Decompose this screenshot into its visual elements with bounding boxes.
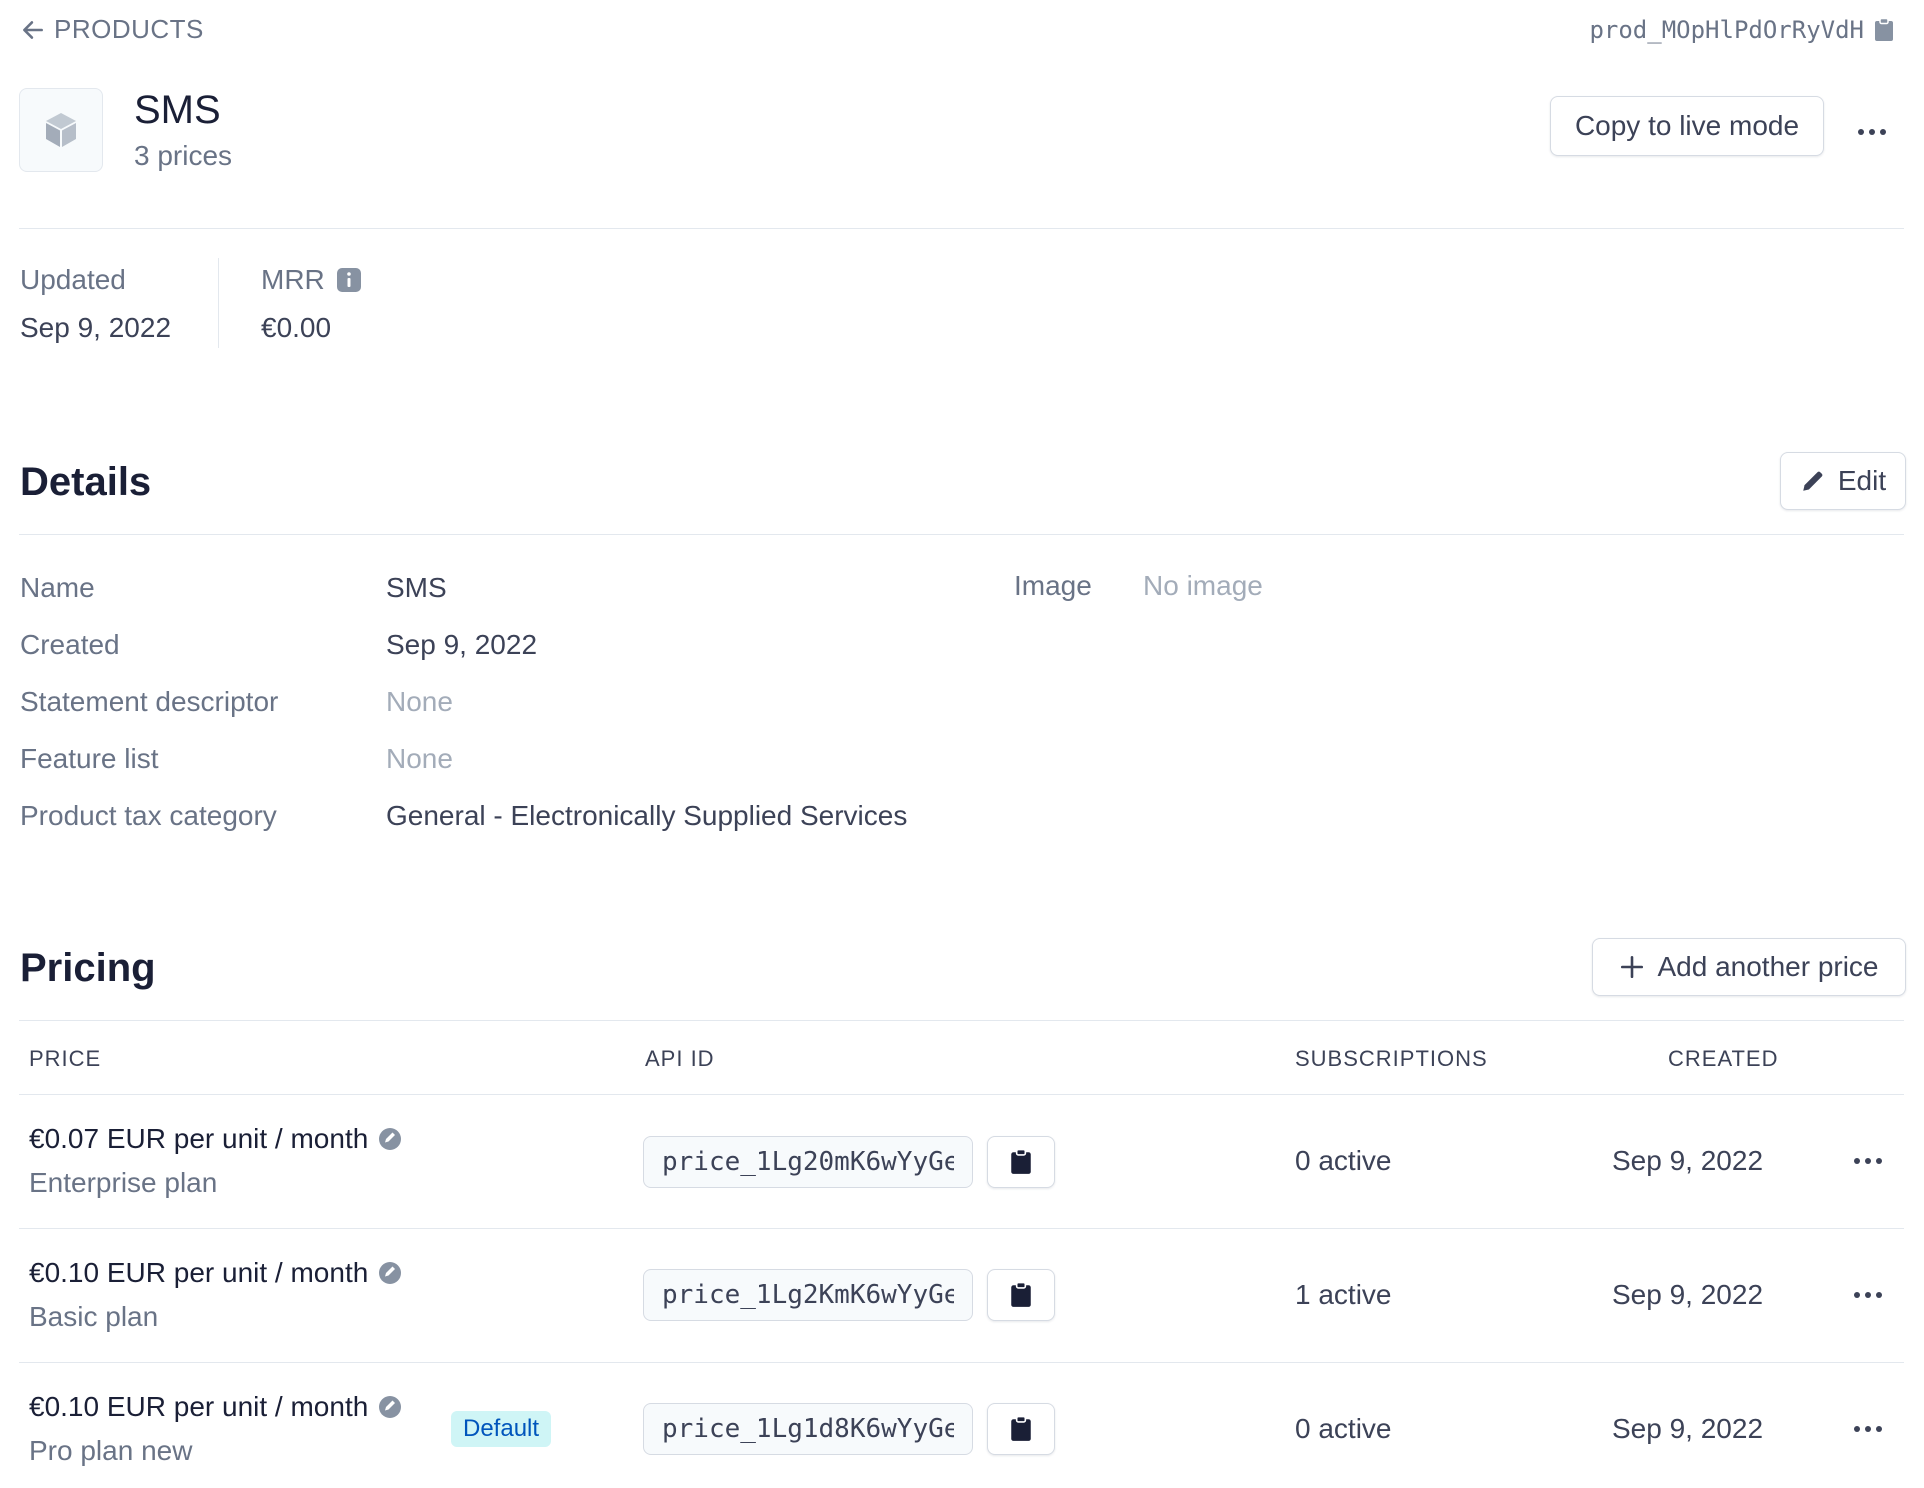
default-badge: Default [451, 1411, 552, 1447]
api-id-text: price_1Lg1d8K6wYyGeeI [662, 1414, 954, 1444]
check-badge-icon [379, 1262, 402, 1284]
mrr-label: MRR [261, 264, 325, 295]
statement-descriptor-label: Statement descriptor [20, 686, 279, 717]
name-label: Name [20, 572, 95, 603]
updated-label: Updated [20, 264, 126, 295]
details-heading: Details [20, 460, 152, 504]
plus-icon [1621, 955, 1644, 979]
table-row[interactable]: €0.10 EUR per unit / month Default Pro p… [0, 1363, 1924, 1488]
price-plan-name: Basic plan [29, 1301, 159, 1332]
more-dot [1865, 1426, 1871, 1432]
clipboard-icon [1011, 1282, 1031, 1307]
more-dot [1876, 1158, 1882, 1164]
created-date: Sep 9, 2022 [1612, 1145, 1764, 1176]
pencil-icon [1803, 471, 1823, 491]
more-dot [1865, 1158, 1871, 1164]
info-icon[interactable] [336, 268, 361, 292]
copy-api-id-button[interactable] [987, 1136, 1055, 1188]
price-amount: €0.07 EUR per unit / month [29, 1123, 402, 1155]
price-amount: €0.10 EUR per unit / month [29, 1257, 402, 1289]
row-more-button[interactable] [1848, 1141, 1888, 1181]
api-id-field[interactable]: price_1Lg20mK6wYyGeeI [643, 1136, 973, 1188]
created-value: Sep 9, 2022 [386, 629, 538, 660]
column-header-created: CREATED [1668, 1046, 1779, 1071]
tax-category-value: General - Electronically Supplied Servic… [386, 800, 908, 831]
more-dot [1854, 1158, 1860, 1164]
tax-category-label: Product tax category [20, 800, 277, 831]
price-amount: €0.10 EUR per unit / month [29, 1391, 402, 1423]
api-id-field[interactable]: price_1Lg2KmK6wYyGeeI [643, 1269, 973, 1321]
table-row[interactable]: €0.10 EUR per unit / month Basic plan pr… [0, 1229, 1924, 1362]
clipboard-icon [1011, 1416, 1031, 1441]
more-dot [1869, 129, 1875, 135]
feature-list-value: None [386, 743, 453, 774]
arrow-left-icon [23, 20, 43, 39]
column-header-subscriptions: SUBSCRIPTIONS [1295, 1046, 1488, 1071]
product-thumbnail [19, 88, 103, 172]
mrr-value: €0.00 [261, 312, 332, 343]
statement-descriptor-value: None [386, 686, 453, 717]
more-dot [1876, 1426, 1882, 1432]
created-label: Created [20, 629, 120, 660]
feature-list-label: Feature list [20, 743, 159, 774]
api-id-field[interactable]: price_1Lg1d8K6wYyGeeI [643, 1403, 973, 1455]
created-date: Sep 9, 2022 [1612, 1279, 1764, 1310]
clipboard-icon [1011, 1149, 1031, 1174]
more-dot [1858, 129, 1864, 135]
created-date: Sep 9, 2022 [1612, 1413, 1764, 1444]
details-divider [19, 534, 1904, 535]
pricing-heading: Pricing [20, 946, 156, 990]
copy-to-live-mode-button[interactable]: Copy to live mode [1550, 96, 1824, 156]
more-dot [1854, 1426, 1860, 1432]
back-label: PRODUCTS [54, 14, 204, 44]
pricing-divider [19, 1020, 1904, 1021]
image-value: No image [1143, 570, 1263, 601]
clipboard-icon[interactable] [1874, 18, 1894, 42]
api-id-text: price_1Lg20mK6wYyGeeI [662, 1147, 954, 1177]
name-value: SMS [386, 572, 447, 603]
image-label: Image [1014, 570, 1092, 601]
subscriptions-count: 0 active [1295, 1413, 1392, 1444]
price-text: €0.07 EUR per unit / month [29, 1123, 369, 1154]
updated-value: Sep 9, 2022 [20, 312, 172, 343]
stats-separator [218, 258, 219, 348]
add-price-label: Add another price [1657, 951, 1879, 982]
price-count: 3 prices [134, 140, 233, 171]
check-badge-icon [379, 1128, 402, 1150]
price-text: €0.10 EUR per unit / month [29, 1391, 369, 1422]
check-badge-icon [379, 1396, 402, 1418]
table-row[interactable]: €0.07 EUR per unit / month Enterprise pl… [0, 1095, 1924, 1228]
price-text: €0.10 EUR per unit / month [29, 1257, 369, 1288]
copy-api-id-button[interactable] [987, 1269, 1055, 1321]
subscriptions-count: 1 active [1295, 1279, 1392, 1310]
subscriptions-count: 0 active [1295, 1145, 1392, 1176]
more-dot [1865, 1292, 1871, 1298]
column-header-api-id: API ID [645, 1046, 715, 1071]
product-title: SMS [134, 88, 221, 132]
back-to-products-link[interactable]: PRODUCTS [20, 14, 204, 45]
row-more-button[interactable] [1848, 1275, 1888, 1315]
price-plan-name: Pro plan new [29, 1435, 193, 1466]
more-dot [1876, 1292, 1882, 1298]
copy-to-live-mode-label: Copy to live mode [1574, 110, 1800, 141]
box-icon [46, 113, 76, 147]
more-dot [1854, 1292, 1860, 1298]
copy-api-id-button[interactable] [987, 1403, 1055, 1455]
more-dot [1880, 129, 1886, 135]
mrr-label-group: MRR [261, 264, 361, 296]
api-id-text: price_1Lg2KmK6wYyGeeI [662, 1280, 954, 1310]
more-actions-button[interactable] [1852, 112, 1892, 152]
product-id[interactable]: prod_MOpHlPdOrRyVdH [1589, 16, 1894, 44]
price-plan-name: Enterprise plan [29, 1167, 218, 1198]
column-header-price: PRICE [29, 1046, 102, 1071]
edit-details-button[interactable]: Edit [1780, 452, 1906, 510]
add-another-price-button[interactable]: Add another price [1592, 938, 1906, 996]
product-id-text: prod_MOpHlPdOrRyVdH [1589, 16, 1864, 44]
edit-label: Edit [1837, 465, 1887, 496]
header-divider [19, 228, 1904, 229]
row-more-button[interactable] [1848, 1409, 1888, 1449]
